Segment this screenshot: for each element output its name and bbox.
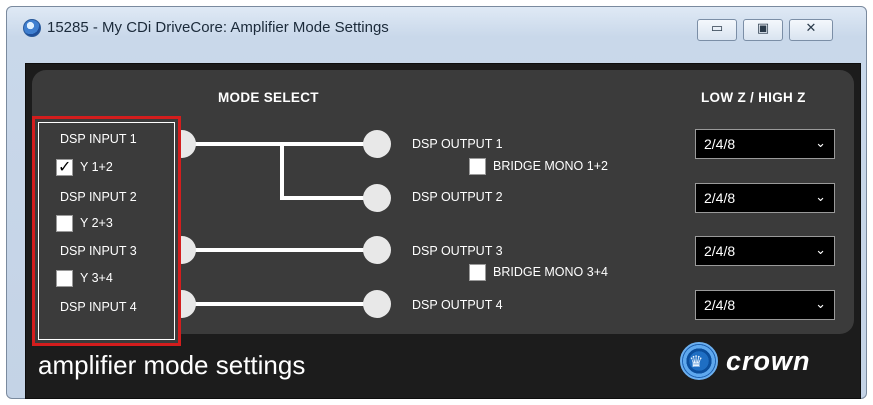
output-label-2: DSP OUTPUT 2 [412,190,503,204]
impedance-select-3[interactable]: 2/4/8 ⌄ [695,236,835,266]
output-label-1: DSP OUTPUT 1 [412,137,503,151]
chevron-down-icon: ⌄ [815,243,826,258]
input-label-3: DSP INPUT 3 [60,244,137,258]
window-title: 15285 - My CDi DriveCore: Amplifier Mode… [47,19,389,36]
impedance-select-1[interactable]: 2/4/8 ⌄ [695,129,835,159]
panel-footer-title: amplifier mode settings [38,350,306,380]
y23-label: Y 2+3 [80,216,113,230]
y23-checkbox[interactable] [56,215,73,232]
maximize-button[interactable]: ▣ [743,19,783,41]
check-mark-icon: ✓ [58,157,72,176]
impedance-value-2: 2/4/8 [704,190,736,206]
app-window: 15285 - My CDi DriveCore: Amplifier Mode… [6,6,867,399]
impedance-value-3: 2/4/8 [704,243,736,259]
input-label-4: DSP INPUT 4 [60,300,137,314]
mode-select-header: MODE SELECT [218,90,319,105]
output-jack-1 [363,130,391,158]
chevron-down-icon: ⌄ [815,136,826,151]
y12-checkbox[interactable]: ✓ [56,157,73,176]
y34-label: Y 3+4 [80,271,113,285]
wire-bridge-output2 [280,144,372,200]
output-jack-4 [363,290,391,318]
bridge-mono-12-checkbox[interactable] [469,158,486,175]
impedance-select-4[interactable]: 2/4/8 ⌄ [695,290,835,320]
brand-logo-text: crown [726,346,811,376]
y12-label: Y 1+2 [80,160,113,174]
impedance-header: LOW Z / HIGH Z [701,90,806,105]
output-label-4: DSP OUTPUT 4 [412,298,503,312]
app-icon [23,19,41,37]
close-icon: ✕ [805,21,817,36]
bridge-mono-34-label: BRIDGE MONO 3+4 [493,265,608,279]
crown-icon: ♛ [689,352,704,371]
minimize-button[interactable]: ▭ [697,19,737,41]
impedance-value-4: 2/4/8 [704,297,736,313]
output-jack-2 [363,184,391,212]
y34-checkbox[interactable] [56,270,73,287]
title-bar[interactable]: 15285 - My CDi DriveCore: Amplifier Mode… [7,7,866,47]
maximize-icon: ▣ [756,21,770,36]
main-panel: MODE SELECT LOW Z / HIGH Z DSP INPUT 1 ✓… [25,63,861,399]
bridge-mono-12-label: BRIDGE MONO 1+2 [493,159,608,173]
output-jack-3 [363,236,391,264]
input-label-1: DSP INPUT 1 [60,132,137,146]
crown-logo-icon: ♛ [680,342,718,380]
close-button[interactable]: ✕ [789,19,833,41]
routing-area: MODE SELECT LOW Z / HIGH Z DSP INPUT 1 ✓… [32,70,854,346]
chevron-down-icon: ⌄ [815,190,826,205]
output-label-3: DSP OUTPUT 3 [412,244,503,258]
impedance-value-1: 2/4/8 [704,136,736,152]
minimize-icon: ▭ [710,21,724,36]
chevron-down-icon: ⌄ [815,297,826,312]
impedance-select-2[interactable]: 2/4/8 ⌄ [695,183,835,213]
input-label-2: DSP INPUT 2 [60,190,137,204]
bridge-mono-34-checkbox[interactable] [469,264,486,281]
